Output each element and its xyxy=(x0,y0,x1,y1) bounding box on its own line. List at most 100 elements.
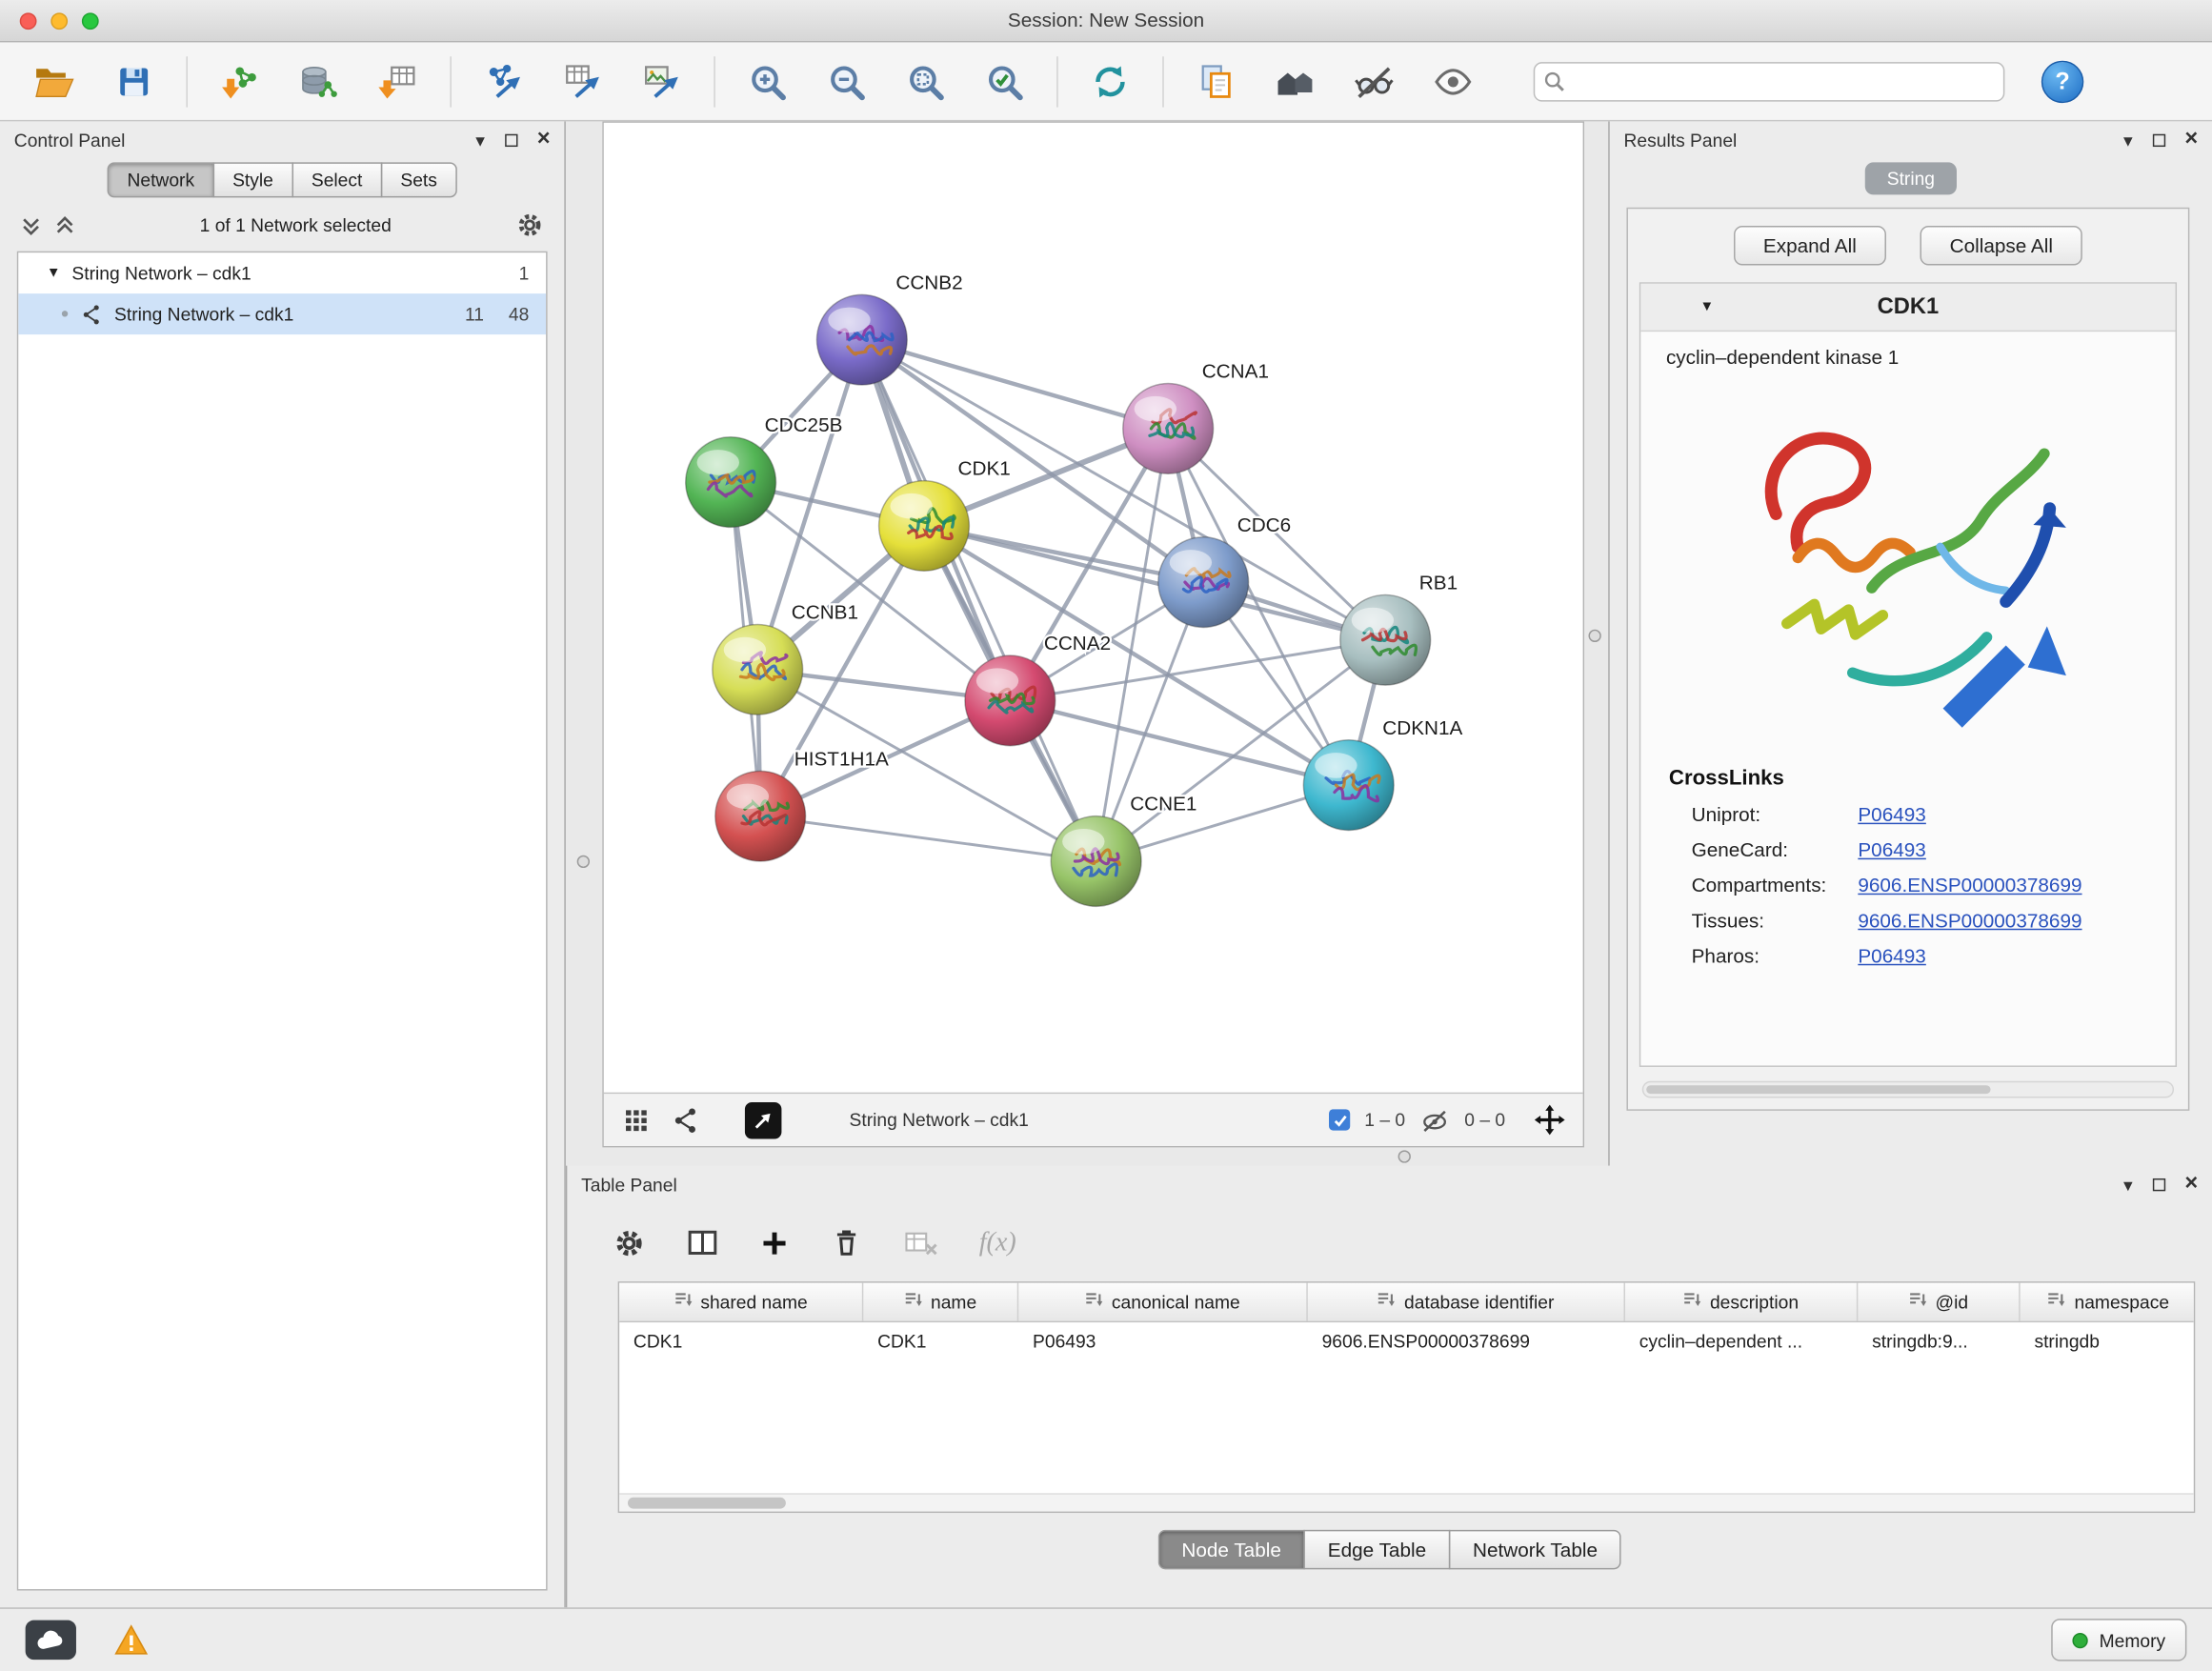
show-eye-button[interactable] xyxy=(1420,50,1485,112)
column-header-description[interactable]: description xyxy=(1625,1283,1858,1321)
zoom-in-button[interactable] xyxy=(735,50,800,112)
pan-crosshair-icon[interactable] xyxy=(1534,1103,1566,1136)
tab-edge-table[interactable]: Edge Table xyxy=(1304,1530,1451,1569)
hidden-eye-slash-icon[interactable] xyxy=(1419,1106,1451,1135)
node-details-header[interactable]: ▼ CDK1 xyxy=(1640,284,2175,332)
tab-sets[interactable]: Sets xyxy=(381,162,457,197)
import-table-button[interactable] xyxy=(366,50,431,112)
search-input[interactable] xyxy=(1534,61,2005,100)
apply-layout-button[interactable] xyxy=(1077,50,1142,112)
collapse-panel-icon[interactable]: ▾ xyxy=(475,131,485,149)
results-scrollbar[interactable] xyxy=(1642,1081,2174,1098)
memory-button[interactable]: Memory xyxy=(2051,1619,2186,1661)
table-row[interactable]: CDK1CDK1P064939606.ENSP00000378699cyclin… xyxy=(619,1322,2194,1361)
network-node-CDKN1A[interactable]: CDKN1A xyxy=(1303,717,1462,831)
tab-string[interactable]: String xyxy=(1864,162,1958,194)
column-header-namespace[interactable]: namespace xyxy=(2021,1283,2196,1321)
import-network-file-button[interactable] xyxy=(208,50,272,112)
network-node-RB1[interactable]: RB1 xyxy=(1340,573,1458,686)
save-session-button[interactable] xyxy=(102,50,167,112)
zoom-selected-button[interactable] xyxy=(972,50,1036,112)
network-title: String Network – cdk1 xyxy=(850,1109,1029,1130)
help-button[interactable]: ? xyxy=(2041,60,2083,102)
selected-checkbox[interactable] xyxy=(1329,1109,1350,1130)
close-panel-icon[interactable]: × xyxy=(2184,129,2198,151)
delete-column-trash-icon[interactable] xyxy=(830,1226,864,1260)
column-header-label: name xyxy=(931,1291,976,1312)
open-session-button[interactable] xyxy=(23,50,88,112)
cloud-button[interactable] xyxy=(26,1621,76,1660)
collapse-all-icon[interactable] xyxy=(20,213,43,236)
network-node-CDK1[interactable]: CDK1 xyxy=(879,458,1011,572)
crosslink-value-link[interactable]: 9606.ENSP00000378699 xyxy=(1858,909,2081,932)
column-header-shared-name[interactable]: shared name xyxy=(619,1283,863,1321)
column-sort-icon xyxy=(1908,1291,1926,1312)
add-column-icon[interactable] xyxy=(759,1228,791,1259)
show-columns-icon[interactable] xyxy=(686,1226,720,1260)
collapse-panel-icon[interactable]: ▾ xyxy=(2123,131,2133,149)
network-row-selected[interactable]: ● String Network – cdk1 11 48 xyxy=(18,293,546,334)
float-panel-icon[interactable] xyxy=(2152,1178,2164,1190)
import-table-icon xyxy=(378,61,417,100)
node-details-card: ▼ CDK1 cyclin–dependent kinase 1 xyxy=(1639,282,2177,1067)
double-house-icon xyxy=(1274,63,1316,100)
birdseye-grid-icon[interactable] xyxy=(621,1104,653,1136)
column-header-@id[interactable]: @id xyxy=(1858,1283,2020,1321)
table-horizontal-scrollbar[interactable] xyxy=(619,1493,2194,1511)
close-panel-icon[interactable]: × xyxy=(537,129,551,151)
network-canvas[interactable]: CCNB2CCNA1CDC25BCDK1CDC6RB1CCNB1CCNA2CDK… xyxy=(604,123,1583,1093)
crosslink-value-link[interactable]: P06493 xyxy=(1858,944,1925,967)
network-collection-row[interactable]: ▼ String Network – cdk1 1 xyxy=(18,252,546,293)
hide-glasses-button[interactable] xyxy=(1341,50,1406,112)
selection-status-text: 1 of 1 Network selected xyxy=(88,214,504,235)
network-node-CCNA1[interactable]: CCNA1 xyxy=(1123,361,1269,474)
zoom-fit-button[interactable] xyxy=(893,50,957,112)
column-header-name[interactable]: name xyxy=(863,1283,1018,1321)
tab-network-table[interactable]: Network Table xyxy=(1449,1530,1621,1569)
gear-icon[interactable] xyxy=(515,211,545,240)
network-node-CCNB2[interactable]: CCNB2 xyxy=(816,272,962,385)
horizontal-splitter-handle[interactable] xyxy=(1398,1150,1411,1162)
close-panel-icon[interactable]: × xyxy=(2184,1173,2198,1196)
tab-network[interactable]: Network xyxy=(108,162,214,197)
vertical-splitter-handle[interactable] xyxy=(1588,630,1600,642)
warning-button[interactable] xyxy=(112,1623,150,1658)
crosslink-value-link[interactable]: P06493 xyxy=(1858,838,1925,861)
crosslinks-section: CrossLinks Uniprot:P06493GeneCard:P06493… xyxy=(1640,766,2175,966)
share-network-icon[interactable] xyxy=(672,1106,700,1135)
table-settings-gear-icon[interactable] xyxy=(613,1226,647,1260)
tree-disclosure-icon[interactable]: ▼ xyxy=(47,266,61,281)
crosslink-row: Compartments:9606.ENSP00000378699 xyxy=(1669,874,2147,896)
network-node-HIST1H1A[interactable]: HIST1H1A xyxy=(715,748,889,861)
expand-all-icon[interactable] xyxy=(53,213,76,236)
open-in-browser-button[interactable] xyxy=(745,1101,782,1138)
toolbar-separator xyxy=(450,56,451,107)
export-image-button[interactable] xyxy=(629,50,694,112)
table-panel-tabs: Node TableEdge TableNetwork Table xyxy=(567,1530,2212,1569)
string-home-button[interactable] xyxy=(1262,50,1327,112)
import-network-database-button[interactable] xyxy=(287,50,352,112)
collapse-all-button[interactable]: Collapse All xyxy=(1920,226,2083,265)
export-table-button[interactable] xyxy=(551,50,615,112)
crosslink-value-link[interactable]: P06493 xyxy=(1858,803,1925,826)
details-disclosure-icon[interactable]: ▼ xyxy=(1699,299,1714,314)
column-header-database-identifier[interactable]: database identifier xyxy=(1308,1283,1625,1321)
memory-label: Memory xyxy=(2100,1629,2166,1650)
network-node-CCNB1[interactable]: CCNB1 xyxy=(713,602,858,715)
glasses-slash-icon xyxy=(1355,61,1394,100)
export-network-button[interactable] xyxy=(472,50,536,112)
copy-document-button[interactable] xyxy=(1183,50,1248,112)
float-panel-icon[interactable] xyxy=(505,133,517,146)
tab-select[interactable]: Select xyxy=(292,162,382,197)
crosslink-row: Uniprot:P06493 xyxy=(1669,803,2147,826)
tab-node-table[interactable]: Node Table xyxy=(1157,1530,1305,1569)
collapse-panel-icon[interactable]: ▾ xyxy=(2123,1175,2133,1193)
vertical-splitter-handle[interactable] xyxy=(577,856,590,868)
float-panel-icon[interactable] xyxy=(2152,133,2164,146)
crosslink-value-link[interactable]: 9606.ENSP00000378699 xyxy=(1858,874,2081,896)
column-header-canonical-name[interactable]: canonical name xyxy=(1018,1283,1308,1321)
zoom-out-button[interactable] xyxy=(814,50,878,112)
toolbar-separator xyxy=(186,56,187,107)
expand-all-button[interactable]: Expand All xyxy=(1734,226,1886,265)
tab-style[interactable]: Style xyxy=(212,162,292,197)
